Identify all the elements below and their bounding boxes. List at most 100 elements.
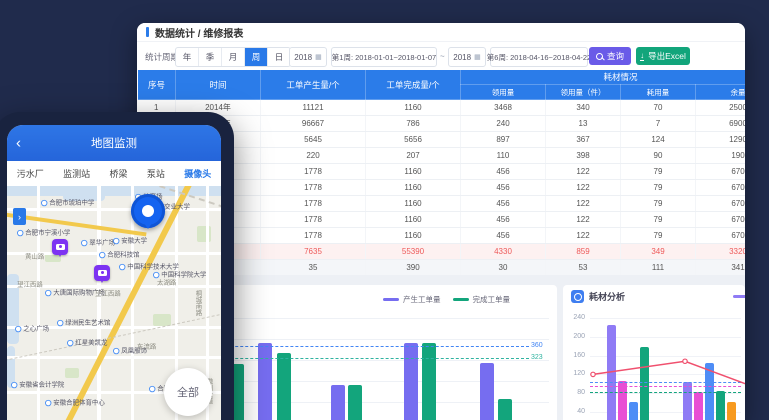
- material-chart-title-text: 耗材分析: [589, 290, 625, 303]
- breadcrumb: 数据统计 / 维修报表: [137, 23, 745, 41]
- poi-dot-icon: [99, 251, 105, 257]
- material-bar[interactable]: [618, 381, 627, 420]
- table-cell: 1160: [366, 196, 461, 212]
- bar-完成工单量[interactable]: [498, 399, 512, 420]
- reference-line: [590, 392, 741, 393]
- y-axis-tick: 160: [565, 352, 585, 359]
- y-axis-tick: 80: [565, 389, 585, 396]
- year-start-select[interactable]: 2018 ▦: [289, 47, 327, 67]
- bar-产生工单量[interactable]: [404, 343, 418, 420]
- material-bar[interactable]: [694, 392, 703, 420]
- map-label: 之心广场: [15, 324, 49, 333]
- phone-tab-3[interactable]: 泵站: [147, 167, 165, 180]
- sub-column-header-1: 领用量（件）: [546, 85, 621, 100]
- poi-dot-icon: [153, 271, 159, 277]
- bar-完成工单量[interactable]: [422, 343, 436, 420]
- table-cell: 670: [696, 164, 746, 180]
- phone-tab-2[interactable]: 桥梁: [109, 167, 127, 180]
- column-header-2: 工单产生量/个: [261, 70, 366, 100]
- table-cell: 1160: [366, 228, 461, 244]
- table-cell: 859: [546, 244, 621, 260]
- phone-tab-0[interactable]: 污水厂: [17, 167, 44, 180]
- material-bar[interactable]: [629, 402, 638, 420]
- table-cell: 220: [261, 148, 366, 164]
- table-cell: 1778: [261, 196, 366, 212]
- table-cell: 122: [546, 164, 621, 180]
- table-cell: 670: [696, 196, 746, 212]
- calendar-icon: ▦: [315, 53, 322, 61]
- range-start-input[interactable]: 第1周: 2018-01-01~2018-01-07: [331, 47, 437, 67]
- map-label: 桐城南路: [193, 290, 202, 316]
- camera-pin[interactable]: [52, 239, 68, 255]
- table-cell: 1160: [366, 164, 461, 180]
- material-chart-panel: 耗材分析 2402001601208040: [563, 285, 745, 420]
- table-cell: 96667: [261, 116, 366, 132]
- map-canvas[interactable]: 体育场安徽交业大学合肥市琥珀中学合肥市宁溪小学翠华广场安徽大学合肥科技馆中国科学…: [7, 186, 221, 420]
- table-cell: 55390: [366, 244, 461, 260]
- show-all-button[interactable]: 全部: [164, 368, 212, 416]
- map-label-text: 安徽省会计学院: [19, 380, 64, 389]
- period-option-1[interactable]: 季: [199, 48, 222, 66]
- table-cell: 207: [366, 148, 461, 164]
- map-label-text: 绿洲民生艺术馆: [65, 318, 110, 327]
- table-cell: 341: [696, 260, 746, 276]
- selected-location-pin[interactable]: [131, 194, 165, 228]
- poi-dot-icon: [149, 385, 155, 391]
- year-end-select[interactable]: 2018 ▦: [448, 47, 486, 67]
- map-label-text: 合肥市琥珀中学: [49, 198, 94, 207]
- table-cell: 1778: [261, 228, 366, 244]
- material-bar[interactable]: [727, 402, 736, 420]
- range-separator: ~: [440, 52, 445, 61]
- phone-tab-4[interactable]: 摄像头: [184, 167, 211, 180]
- bar-完成工单量[interactable]: [348, 385, 362, 420]
- map-label-text: 望江西路: [17, 280, 43, 289]
- table-cell: 786: [366, 116, 461, 132]
- period-option-2[interactable]: 月: [222, 48, 245, 66]
- table-cell: 1778: [261, 164, 366, 180]
- table-cell: 1290: [696, 132, 746, 148]
- poi-dot-icon: [17, 229, 23, 235]
- breadcrumb-accent: [146, 27, 149, 37]
- material-bar[interactable]: [640, 347, 649, 420]
- material-bar[interactable]: [607, 325, 616, 420]
- material-bar[interactable]: [683, 382, 692, 420]
- table-cell: 30: [461, 260, 546, 276]
- table-cell: 79: [621, 228, 696, 244]
- camera-pin[interactable]: [94, 265, 110, 281]
- table-cell: 1160: [366, 180, 461, 196]
- table-row: 12014年1112111603468340702500: [138, 100, 746, 116]
- export-excel-button[interactable]: ↓ 导出Excel: [636, 47, 690, 65]
- table-cell: 1778: [261, 180, 366, 196]
- phone-tab-1[interactable]: 监测站: [63, 167, 90, 180]
- material-bar[interactable]: [716, 391, 725, 420]
- bar-产生工单量[interactable]: [480, 363, 494, 420]
- period-option-0[interactable]: 年: [176, 48, 199, 66]
- map-label: 安徽省会计学院: [11, 380, 64, 389]
- table-cell: 70: [621, 100, 696, 116]
- period-segmented-control: 年季月周日: [175, 47, 291, 67]
- search-button[interactable]: 查询: [589, 47, 631, 65]
- table-cell: 110: [461, 148, 546, 164]
- period-option-3[interactable]: 周: [245, 48, 268, 66]
- map-label-text: 东流路: [137, 342, 156, 351]
- back-icon[interactable]: ‹: [16, 136, 21, 151]
- bar-产生工单量[interactable]: [331, 385, 345, 420]
- map-label: 绿洲民生艺术馆: [57, 318, 110, 327]
- table-cell: 3468: [461, 100, 546, 116]
- legend-label: 产生工单量: [403, 294, 441, 305]
- table-cell: 122: [546, 196, 621, 212]
- map-expander-button[interactable]: ›: [13, 208, 26, 225]
- phone-tab-bar: 污水厂 监测站 桥梁 泵站 摄像头: [7, 161, 221, 187]
- bar-完成工单量[interactable]: [277, 353, 291, 420]
- period-option-4[interactable]: 日: [268, 48, 290, 66]
- gridline: [590, 318, 741, 319]
- legend-dash: [383, 298, 399, 301]
- poi-dot-icon: [67, 339, 73, 345]
- bar-产生工单量[interactable]: [258, 343, 272, 420]
- range-end-input[interactable]: 第6周: 2018-04-16~2018-04-22: [490, 47, 588, 67]
- search-icon: [596, 53, 603, 60]
- chart-legend: 产生工单量完成工单量: [383, 294, 510, 305]
- y-axis-tick: 240: [565, 314, 585, 321]
- table-cell: 340: [546, 100, 621, 116]
- table-cell: 90: [621, 148, 696, 164]
